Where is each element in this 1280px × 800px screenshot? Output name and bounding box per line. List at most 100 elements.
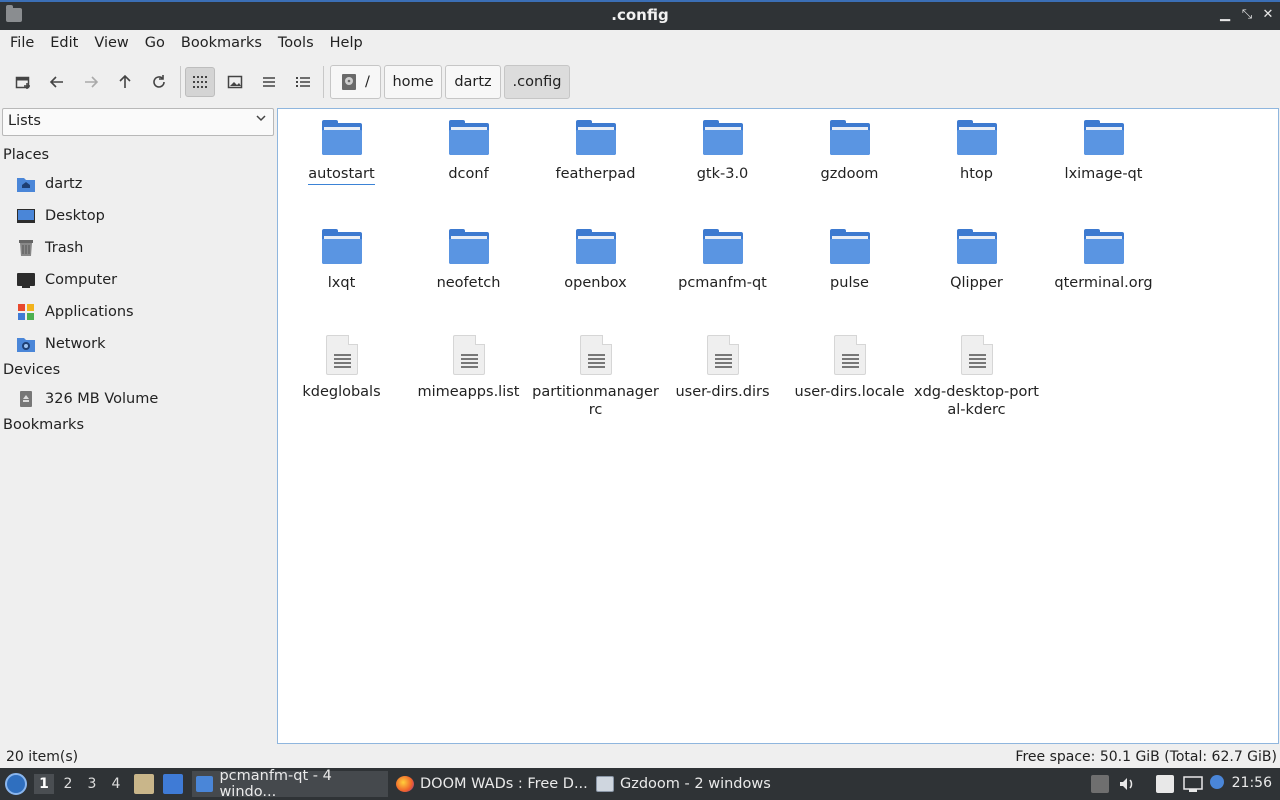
reload-icon xyxy=(153,75,165,88)
computer-icon xyxy=(16,271,36,289)
minimize-icon[interactable]: ▁ xyxy=(1216,6,1234,24)
folder-item[interactable]: gzdoom xyxy=(786,117,913,183)
file-view[interactable]: autostart dconf featherpad gtk-3.0 gzdoom hto… xyxy=(277,108,1279,744)
file-name-label: htop xyxy=(960,166,993,182)
back-button[interactable] xyxy=(42,67,72,97)
file-name-label: mimeapps.list xyxy=(417,384,520,400)
maximize-icon[interactable]: ⤡ xyxy=(1238,6,1256,24)
task-pcmanfm[interactable]: pcmanfm-qt - 4 windo... xyxy=(192,768,388,800)
folder-item[interactable]: lxqt xyxy=(278,226,405,292)
devices-heading: Devices xyxy=(3,362,61,378)
eject-icon[interactable] xyxy=(1091,775,1109,793)
folder-item[interactable]: gtk-3.0 xyxy=(659,117,786,183)
detailed-list-icon xyxy=(296,77,310,87)
sidebar-item-label: 326 MB Volume xyxy=(45,391,159,407)
menu-bookmarks[interactable]: Bookmarks xyxy=(173,30,270,56)
workspace-3[interactable]: 3 xyxy=(82,774,102,794)
compact-view-button[interactable] xyxy=(254,67,284,97)
forward-button[interactable] xyxy=(76,67,106,97)
clipboard-icon[interactable] xyxy=(1156,775,1174,793)
home-folder-icon xyxy=(16,175,36,193)
task-label: pcmanfm-qt - 4 windo... xyxy=(219,768,332,800)
text-file-icon xyxy=(957,335,997,375)
folder-icon xyxy=(829,226,870,266)
folder-item[interactable]: autostart xyxy=(278,117,405,185)
sidebar-item-computer[interactable]: Computer xyxy=(16,267,117,293)
file-item[interactable]: xdg-desktop-portal-kderc xyxy=(913,335,1040,419)
sidebar-item-network[interactable]: Network xyxy=(16,331,106,357)
show-desktop-icon[interactable] xyxy=(163,774,183,794)
text-file-icon xyxy=(322,335,362,375)
bookmarks-heading: Bookmarks xyxy=(3,417,85,433)
folder-item[interactable]: neofetch xyxy=(405,226,532,292)
thumbnail-view-button[interactable] xyxy=(220,67,250,97)
image-icon xyxy=(227,75,243,89)
sidebar-mode-select[interactable]: Lists xyxy=(2,108,274,136)
workspace-1[interactable]: 1 xyxy=(34,774,54,794)
menu-view[interactable]: View xyxy=(86,30,136,56)
reload-button[interactable] xyxy=(144,67,174,97)
folder-item[interactable]: pulse xyxy=(786,226,913,292)
workspace-4[interactable]: 4 xyxy=(106,774,126,794)
task-label: DOOM WADs : Free D... xyxy=(420,776,588,792)
file-name-label: lximage-qt xyxy=(1064,166,1143,182)
notification-icon[interactable] xyxy=(1210,775,1224,789)
taskbar: 1 2 3 4 pcmanfm-qt - 4 windo... DOOM WAD… xyxy=(0,768,1280,800)
clock[interactable]: 21:56 xyxy=(1232,775,1272,791)
sidebar-item-dartz[interactable]: dartz xyxy=(16,171,82,197)
task-firefox[interactable]: DOOM WADs : Free D... xyxy=(392,771,588,797)
folder-icon xyxy=(321,117,362,157)
text-file-icon xyxy=(576,335,616,375)
workspace-2[interactable]: 2 xyxy=(58,774,78,794)
folder-item[interactable]: lximage-qt xyxy=(1040,117,1167,183)
file-name-label: autostart xyxy=(278,165,405,185)
sidebar-item-label: Computer xyxy=(45,272,118,288)
file-item[interactable]: kdeglobals xyxy=(278,335,405,401)
breadcrumb-config[interactable]: .config xyxy=(504,65,570,99)
folder-item[interactable]: openbox xyxy=(532,226,659,292)
folder-item[interactable]: featherpad xyxy=(532,117,659,183)
folder-item[interactable]: pcmanfm-qt xyxy=(659,226,786,292)
folder-item[interactable]: htop xyxy=(913,117,1040,183)
start-menu-icon[interactable] xyxy=(5,773,27,795)
file-name-label: gtk-3.0 xyxy=(696,166,749,182)
folder-item[interactable]: dconf xyxy=(405,117,532,183)
file-item[interactable]: mimeapps.list xyxy=(405,335,532,401)
file-name-label: user-dirs.locale xyxy=(794,384,905,400)
folder-icon xyxy=(448,226,489,266)
menu-edit[interactable]: Edit xyxy=(42,30,86,56)
close-icon[interactable]: ✕ xyxy=(1259,6,1277,24)
network-icon xyxy=(16,335,36,353)
file-name-label: user-dirs.dirs xyxy=(675,384,770,400)
menu-go[interactable]: Go xyxy=(137,30,173,56)
folder-icon xyxy=(321,226,362,266)
task-gzdoom[interactable]: Gzdoom - 2 windows xyxy=(592,771,788,797)
menu-help[interactable]: Help xyxy=(322,30,371,56)
drive-icon xyxy=(342,74,357,90)
menu-file[interactable]: File xyxy=(2,30,42,56)
sidebar-item-label: Trash xyxy=(45,240,84,256)
sidebar-item-volume[interactable]: 326 MB Volume xyxy=(16,386,158,412)
folder-item[interactable]: Qlipper xyxy=(913,226,1040,292)
menu-tools[interactable]: Tools xyxy=(270,30,322,56)
file-manager-launcher-icon[interactable] xyxy=(134,774,154,794)
breadcrumb-root[interactable]: / xyxy=(330,65,381,99)
file-item[interactable]: user-dirs.dirs xyxy=(659,335,786,401)
applications-icon xyxy=(16,303,36,321)
volume-icon[interactable] xyxy=(1118,775,1136,793)
network-status-icon[interactable] xyxy=(1183,775,1203,793)
folder-icon xyxy=(702,226,743,266)
detailed-view-button[interactable] xyxy=(288,67,318,97)
breadcrumb-dartz[interactable]: dartz xyxy=(445,65,501,99)
up-button[interactable] xyxy=(110,67,140,97)
sidebar-item-desktop[interactable]: Desktop xyxy=(16,203,105,229)
file-item[interactable]: user-dirs.locale xyxy=(786,335,913,401)
sidebar-item-trash[interactable]: Trash xyxy=(16,235,83,261)
folder-item[interactable]: qterminal.org xyxy=(1040,226,1167,292)
file-item[interactable]: partitionmanagerrc xyxy=(532,335,659,419)
breadcrumb-home[interactable]: home xyxy=(384,65,442,99)
sidebar-item-applications[interactable]: Applications xyxy=(16,299,134,325)
new-tab-button[interactable] xyxy=(8,67,38,97)
desktop-icon xyxy=(16,207,36,225)
icon-view-button[interactable] xyxy=(185,67,215,97)
